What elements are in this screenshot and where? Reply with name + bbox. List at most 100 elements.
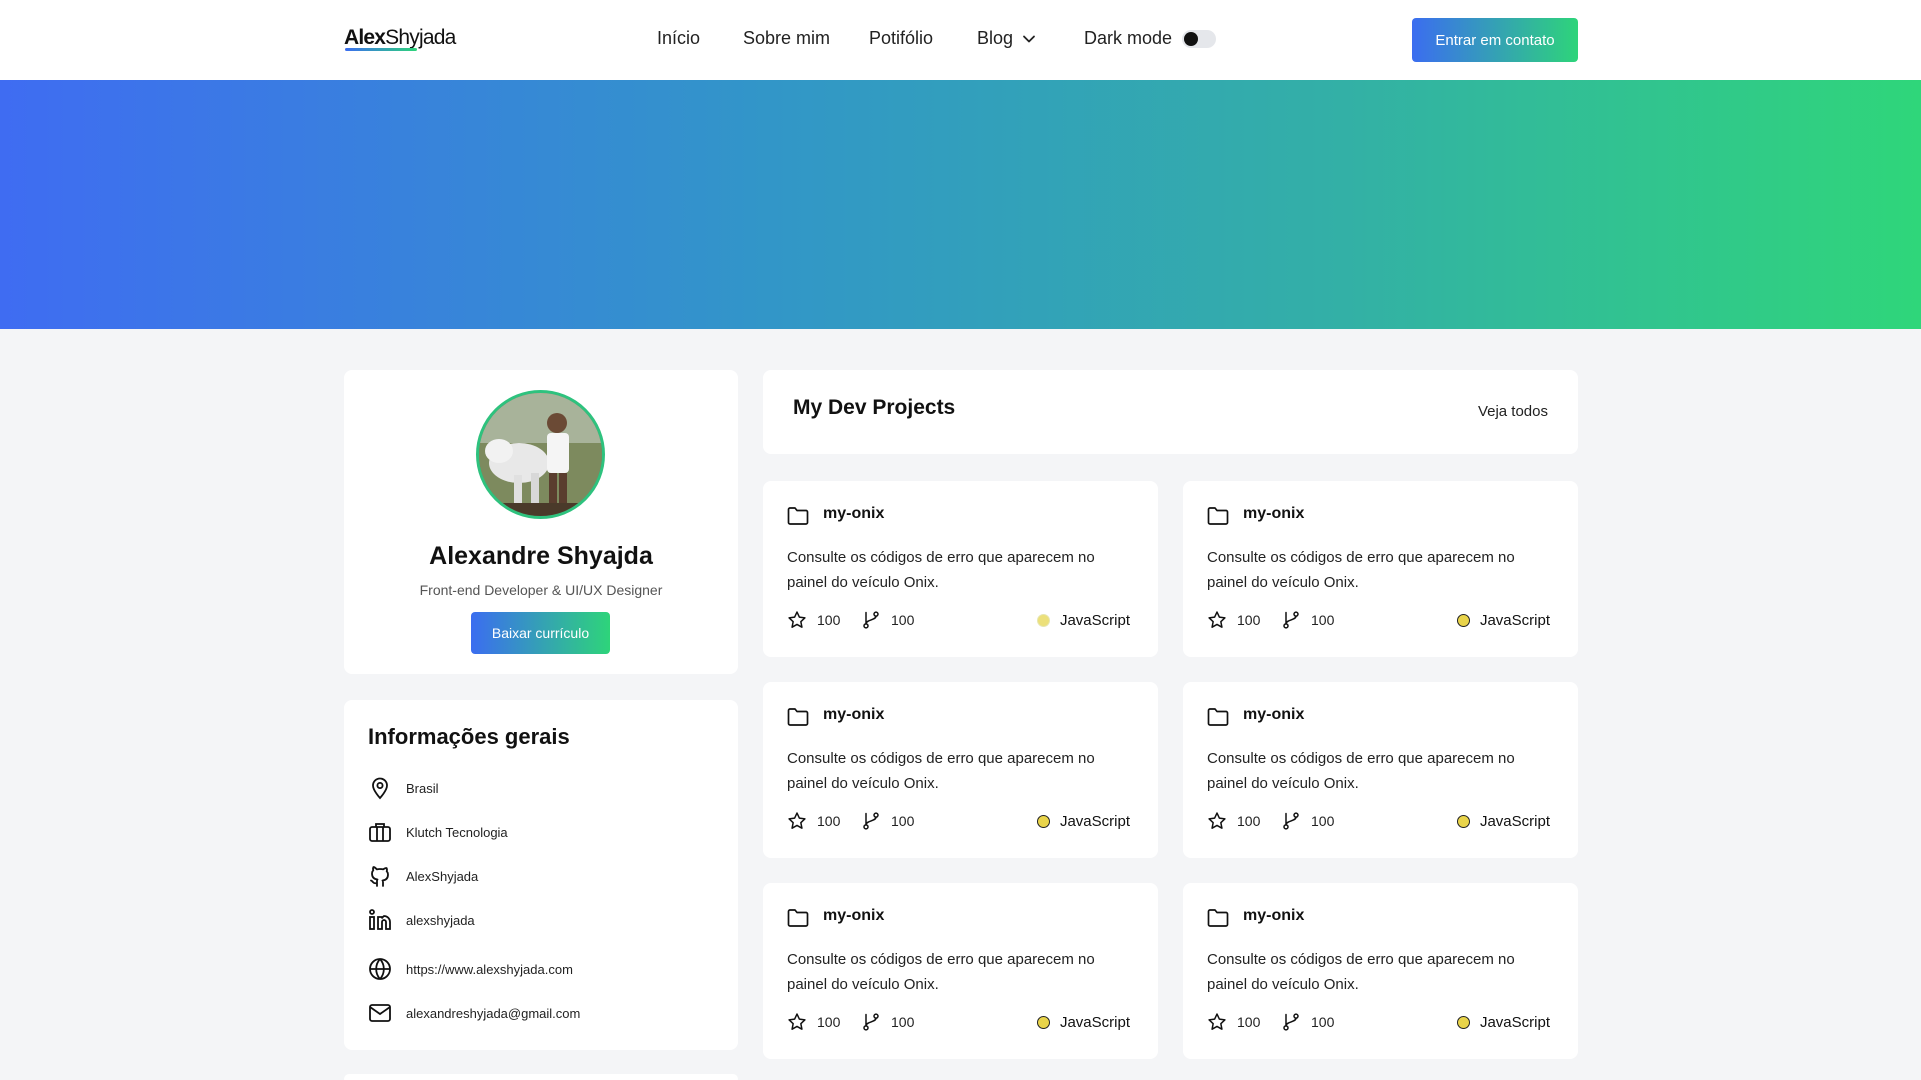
folder-icon bbox=[787, 708, 809, 726]
project-card[interactable]: my-onix Consulte os códigos de erro que … bbox=[1183, 481, 1578, 657]
project-description: Consulte os códigos de erro que aparecem… bbox=[787, 750, 1095, 792]
project-name[interactable]: my-onix bbox=[1243, 907, 1304, 925]
info-title: Informações gerais bbox=[368, 724, 570, 749]
project-card[interactable]: my-onix Consulte os códigos de erro que … bbox=[1183, 883, 1578, 1059]
language-label: JavaScript bbox=[1059, 612, 1130, 629]
logo[interactable]: AlexShyjada bbox=[344, 26, 456, 50]
contact-button[interactable]: Entrar em contato bbox=[1412, 18, 1578, 62]
language-color-dot bbox=[1036, 614, 1050, 627]
language-label: JavaScript bbox=[1479, 813, 1550, 830]
nav-link-sobre-mim[interactable]: Sobre mim bbox=[743, 28, 830, 49]
project-stars: 100 bbox=[787, 1012, 840, 1032]
language-label: JavaScript bbox=[1059, 1014, 1130, 1031]
project-stars: 100 bbox=[787, 610, 840, 630]
project-description: Consulte os códigos de erro que aparecem… bbox=[787, 549, 1095, 591]
project-description: Consulte os códigos de erro que aparecem… bbox=[1207, 549, 1515, 591]
info-linkedin-text[interactable]: alexshyjada bbox=[406, 913, 475, 928]
project-forks: 100 bbox=[861, 811, 914, 831]
info-row-email: alexandreshyjada@gmail.com bbox=[368, 1000, 580, 1026]
project-stars: 100 bbox=[787, 811, 840, 831]
fork-icon bbox=[863, 812, 879, 830]
info-row-linkedin: alexshyjada bbox=[368, 907, 475, 933]
star-icon bbox=[788, 812, 806, 829]
star-icon bbox=[788, 611, 806, 628]
project-card[interactable]: my-onix Consulte os códigos de erro que … bbox=[1183, 682, 1578, 858]
forks-count: 100 bbox=[1311, 612, 1335, 628]
project-language: JavaScript bbox=[1456, 1014, 1550, 1031]
dark-mode-toggle[interactable] bbox=[1182, 30, 1216, 48]
fork-icon bbox=[1283, 812, 1299, 830]
stars-count: 100 bbox=[1237, 1014, 1261, 1030]
folder-icon bbox=[1207, 909, 1229, 927]
download-cv-button[interactable]: Baixar currículo bbox=[471, 612, 610, 654]
mail-icon bbox=[369, 1004, 391, 1022]
project-language: JavaScript bbox=[1456, 612, 1550, 629]
project-language: JavaScript bbox=[1036, 813, 1130, 830]
project-card[interactable]: my-onix Consulte os códigos de erro que … bbox=[763, 481, 1158, 657]
project-forks: 100 bbox=[1281, 811, 1334, 831]
general-info-card: Informações gerais Brasil Klutch Tecnolo… bbox=[344, 700, 738, 1050]
projects-header-card: My Dev Projects Veja todos bbox=[763, 370, 1578, 454]
language-color-dot bbox=[1456, 1016, 1470, 1029]
nav-link-blog[interactable]: Blog bbox=[977, 28, 1013, 49]
nav-link-inicio[interactable]: Início bbox=[657, 28, 700, 49]
avatar bbox=[476, 390, 605, 519]
fork-icon bbox=[1283, 611, 1299, 629]
info-website-text[interactable]: https://www.alexshyjada.com bbox=[406, 962, 573, 977]
folder-icon bbox=[787, 507, 809, 525]
info-github-text[interactable]: AlexShyjada bbox=[406, 869, 478, 884]
linkedin-icon bbox=[369, 909, 391, 930]
profile-role: Front-end Developer & UI/UX Designer bbox=[419, 582, 663, 598]
language-color-dot bbox=[1036, 815, 1050, 828]
logo-first: Alex bbox=[344, 26, 386, 49]
fork-icon bbox=[863, 611, 879, 629]
info-row-github: AlexShyjada bbox=[368, 863, 478, 889]
project-stars: 100 bbox=[1207, 1012, 1260, 1032]
project-name[interactable]: my-onix bbox=[823, 907, 884, 925]
project-name[interactable]: my-onix bbox=[823, 505, 884, 523]
logo-last: Shyjada bbox=[385, 26, 456, 49]
avatar-photo bbox=[479, 393, 602, 516]
project-description: Consulte os códigos de erro que aparecem… bbox=[1207, 951, 1515, 993]
forks-count: 100 bbox=[891, 813, 915, 829]
info-row-company: Klutch Tecnologia bbox=[368, 819, 508, 845]
project-stars: 100 bbox=[1207, 610, 1260, 630]
logo-underline bbox=[345, 48, 417, 51]
star-icon bbox=[1208, 611, 1226, 628]
project-stars: 100 bbox=[1207, 811, 1260, 831]
toggle-knob bbox=[1184, 32, 1198, 46]
profile-card: Alexandre Shyajda Front-end Developer & … bbox=[344, 370, 738, 674]
star-icon bbox=[1208, 1013, 1226, 1030]
project-description: Consulte os códigos de erro que aparecem… bbox=[1207, 750, 1515, 792]
folder-icon bbox=[787, 909, 809, 927]
project-card[interactable]: my-onix Consulte os códigos de erro que … bbox=[763, 883, 1158, 1059]
nav-link-portfolio[interactable]: Potifólio bbox=[869, 28, 933, 49]
project-card[interactable]: my-onix Consulte os códigos de erro que … bbox=[763, 682, 1158, 858]
project-language: JavaScript bbox=[1456, 813, 1550, 830]
project-name[interactable]: my-onix bbox=[1243, 505, 1304, 523]
project-description: Consulte os códigos de erro que aparecem… bbox=[787, 951, 1095, 993]
dark-mode-label: Dark mode bbox=[1084, 28, 1173, 48]
project-forks: 100 bbox=[861, 1012, 914, 1032]
info-location-text: Brasil bbox=[406, 780, 439, 796]
stars-count: 100 bbox=[1237, 612, 1261, 628]
language-label: JavaScript bbox=[1059, 813, 1130, 830]
language-label: JavaScript bbox=[1479, 612, 1550, 629]
project-language: JavaScript bbox=[1036, 612, 1130, 629]
fork-icon bbox=[863, 1013, 879, 1031]
see-all-link[interactable]: Veja todos bbox=[1478, 403, 1548, 420]
project-name[interactable]: my-onix bbox=[1243, 706, 1304, 724]
globe-icon bbox=[369, 958, 391, 980]
folder-icon bbox=[1207, 708, 1229, 726]
forks-count: 100 bbox=[891, 1014, 915, 1030]
project-language: JavaScript bbox=[1036, 1014, 1130, 1031]
star-icon bbox=[788, 1013, 806, 1030]
hero-banner bbox=[0, 80, 1921, 329]
forks-count: 100 bbox=[1311, 1014, 1335, 1030]
stars-count: 100 bbox=[817, 813, 841, 829]
project-name[interactable]: my-onix bbox=[823, 706, 884, 724]
chevron-down-icon[interactable] bbox=[1022, 32, 1036, 46]
info-email-text[interactable]: alexandreshyjada@gmail.com bbox=[406, 1006, 580, 1021]
project-forks: 100 bbox=[861, 610, 914, 630]
github-icon bbox=[370, 866, 389, 887]
